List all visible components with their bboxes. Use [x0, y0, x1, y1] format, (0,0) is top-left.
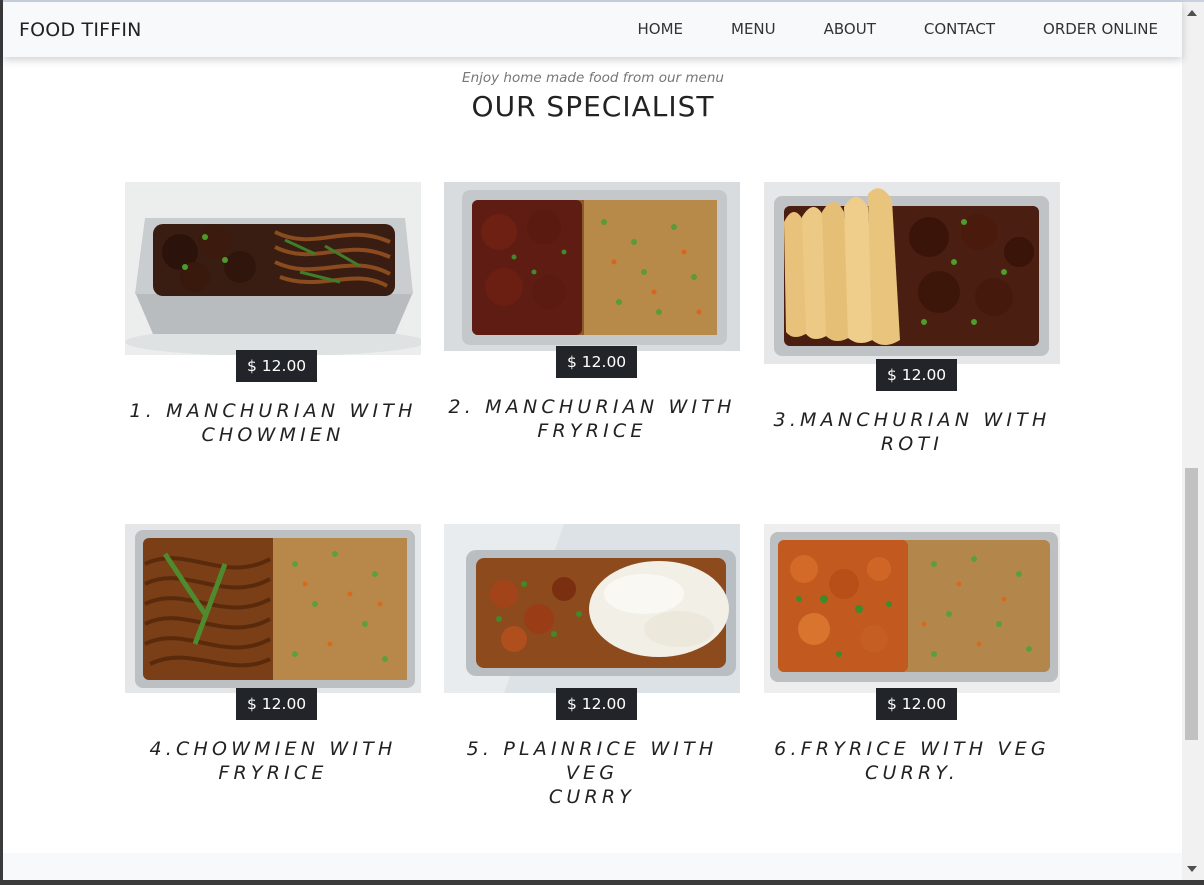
price-badge: $ 12.00 — [556, 346, 638, 378]
price-badge: $ 12.00 — [236, 688, 318, 720]
dish-name-line1: 6.FRYRICE WITH VEG — [774, 738, 1050, 760]
footer-strip — [3, 853, 1182, 880]
dish-name-line1: 5. PLAINRICE WITH VEG — [466, 738, 718, 784]
scroll-up-arrow-icon[interactable] — [1187, 10, 1197, 16]
food-image — [764, 182, 1060, 364]
food-image — [125, 182, 421, 355]
dish-name: 5. PLAINRICE WITH VEG CURRY — [444, 737, 740, 809]
menu-card[interactable]: $ 12.00 3.MANCHURIAN WITH ROTI — [764, 182, 1060, 462]
nav-home[interactable]: HOME — [638, 20, 684, 38]
food-image — [444, 182, 740, 351]
food-image — [444, 524, 740, 693]
dish-name: 4.CHOWMIEN WITH FRYRICE — [125, 737, 421, 785]
navbar: FOOD TIFFIN HOME MENU ABOUT CONTACT ORDE… — [3, 2, 1182, 57]
vertical-scrollbar[interactable] — [1182, 2, 1204, 880]
window-bottom-edge — [0, 880, 1204, 885]
dish-name-line2: ROTI — [880, 433, 944, 455]
food-image — [764, 524, 1060, 693]
menu-card[interactable]: $ 12.00 1. MANCHURIAN WITH CHOWMIEN — [125, 182, 421, 452]
scrollbar-thumb[interactable] — [1185, 468, 1198, 740]
dish-name: 6.FRYRICE WITH VEG CURRY. — [764, 737, 1060, 785]
dish-name-line1: 1. MANCHURIAN WITH — [129, 400, 417, 422]
dish-name-line2: FRYRICE — [537, 420, 647, 442]
dish-name-line1: 4.CHOWMIEN WITH — [149, 738, 397, 760]
dish-name-line2: FRYRICE — [218, 762, 328, 784]
nav-menu[interactable]: MENU — [731, 20, 776, 38]
menu-card[interactable]: $ 12.00 4.CHOWMIEN WITH FRYRICE — [125, 524, 421, 794]
dish-name-line1: 3.MANCHURIAN WITH — [773, 409, 1051, 431]
nav-contact[interactable]: CONTACT — [924, 20, 995, 38]
menu-card[interactable]: $ 12.00 5. PLAINRICE WITH VEG CURRY — [444, 524, 740, 808]
menu-card[interactable]: $ 12.00 6.FRYRICE WITH VEG CURRY. — [764, 524, 1060, 794]
dish-name-line2: CHOWMIEN — [201, 424, 345, 446]
section-subtitle: Enjoy home made food from our menu — [462, 70, 724, 86]
menu-card[interactable]: $ 12.00 2. MANCHURIAN WITH FRYRICE — [444, 182, 740, 452]
dish-name-line1: 2. MANCHURIAN WITH — [448, 396, 736, 418]
food-image — [125, 524, 421, 693]
dish-name-line2: CURRY. — [865, 762, 959, 784]
section-title: OUR SPECIALIST — [471, 90, 715, 123]
nav-about[interactable]: ABOUT — [824, 20, 876, 38]
price-badge: $ 12.00 — [876, 359, 958, 391]
nav-links: HOME MENU ABOUT CONTACT ORDER ONLINE — [590, 20, 1159, 38]
dish-name: 1. MANCHURIAN WITH CHOWMIEN — [125, 399, 421, 447]
window-left-edge — [0, 0, 3, 885]
dish-name: 2. MANCHURIAN WITH FRYRICE — [444, 395, 740, 443]
scroll-down-arrow-icon[interactable] — [1187, 866, 1197, 872]
price-badge: $ 12.00 — [236, 350, 318, 382]
dish-name-line2: CURRY — [548, 786, 636, 808]
price-badge: $ 12.00 — [556, 688, 638, 720]
price-badge: $ 12.00 — [876, 688, 958, 720]
brand-logo[interactable]: FOOD TIFFIN — [19, 19, 142, 41]
dish-name: 3.MANCHURIAN WITH ROTI — [764, 408, 1060, 456]
nav-order-online[interactable]: ORDER ONLINE — [1043, 20, 1158, 38]
